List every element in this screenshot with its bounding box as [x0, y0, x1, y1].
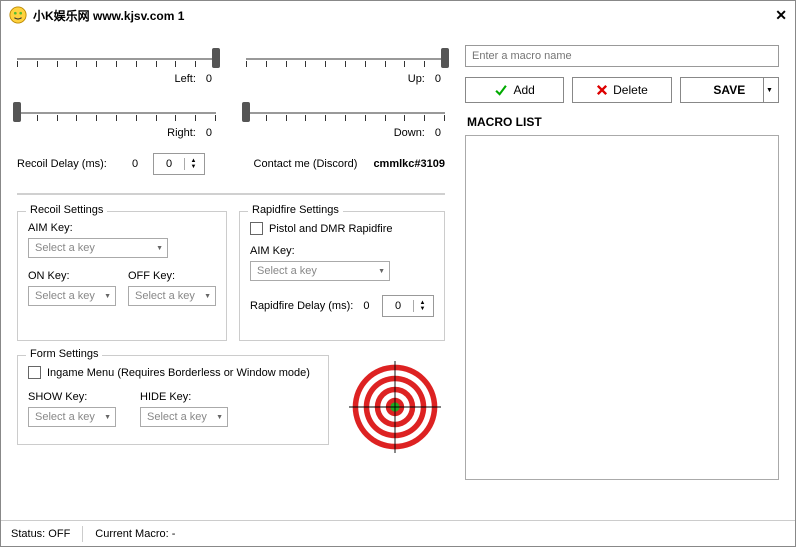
aim-key-label: AIM Key:	[28, 222, 216, 234]
on-key-label: ON Key:	[28, 270, 116, 282]
hide-key-select[interactable]: Select a key▼	[140, 407, 228, 427]
main-window: 小K娱乐网 www.kjsv.com 1 ✕ Left: 0	[0, 0, 796, 547]
hide-key-label: HIDE Key:	[140, 391, 240, 403]
spin-down-icon[interactable]: ▼	[185, 164, 202, 170]
on-key-select[interactable]: Select a key▼	[28, 286, 116, 306]
contact-value: cmmlkc#3109	[373, 158, 445, 170]
spin-down-icon[interactable]: ▼	[414, 306, 431, 312]
rapidfire-checkbox-label: Pistol and DMR Rapidfire	[269, 223, 393, 235]
rapidfire-settings-group: Rapidfire Settings Pistol and DMR Rapidf…	[239, 211, 445, 341]
slider-left[interactable]	[17, 45, 216, 71]
check-icon	[494, 83, 508, 97]
slider-down-label: Down:	[394, 127, 425, 139]
recoil-delay-spinner[interactable]: ▲▼	[153, 153, 205, 175]
status-bar: Status: OFF Current Macro: -	[1, 520, 795, 546]
ingame-menu-checkbox[interactable]: Ingame Menu (Requires Borderless or Wind…	[28, 366, 318, 379]
chevron-down-icon: ▼	[378, 268, 385, 275]
slider-up-label: Up:	[408, 73, 425, 85]
rapid-aim-select[interactable]: Select a key▼	[250, 261, 390, 281]
slider-left-value: 0	[206, 73, 212, 85]
add-button[interactable]: Add	[465, 77, 564, 103]
recoil-settings-group: Recoil Settings AIM Key: Select a key▼ O…	[17, 211, 227, 341]
right-column: Add Delete SAVE ▼ MACRO LIST	[465, 45, 779, 520]
recoil-delay-input[interactable]	[154, 154, 184, 174]
slider-right-label: Right:	[167, 127, 196, 139]
left-column: Left: 0 Up: 0	[17, 45, 445, 520]
contact-label: Contact me (Discord)	[254, 158, 358, 170]
rapid-delay-spinner[interactable]: ▲▼	[382, 295, 434, 317]
rapid-delay-input[interactable]	[383, 296, 413, 316]
show-key-select[interactable]: Select a key▼	[28, 407, 116, 427]
chevron-down-icon: ▼	[156, 245, 163, 252]
checkbox-icon	[28, 366, 41, 379]
current-macro-text: Current Macro: -	[95, 528, 175, 540]
window-title: 小K娱乐网 www.kjsv.com 1	[33, 7, 184, 24]
checkbox-icon	[250, 222, 263, 235]
save-button[interactable]: SAVE ▼	[680, 77, 779, 103]
chevron-down-icon: ▼	[204, 293, 211, 300]
recoil-legend: Recoil Settings	[26, 204, 107, 216]
delete-button[interactable]: Delete	[572, 77, 671, 103]
macro-list[interactable]	[465, 135, 779, 480]
slider-up[interactable]	[246, 45, 445, 71]
chevron-down-icon: ▼	[104, 414, 111, 421]
separator	[82, 526, 83, 542]
macro-list-header: MACRO LIST	[467, 115, 779, 129]
content: Left: 0 Up: 0	[1, 29, 795, 520]
macro-name-input[interactable]	[465, 45, 779, 67]
recoil-delay-value: 0	[127, 158, 143, 170]
slider-down-value: 0	[435, 127, 441, 139]
target-icon	[349, 361, 441, 453]
form-legend: Form Settings	[26, 348, 102, 360]
off-key-label: OFF Key:	[128, 270, 216, 282]
slider-down[interactable]	[246, 99, 445, 125]
slider-right-value: 0	[206, 127, 212, 139]
rapidfire-checkbox[interactable]: Pistol and DMR Rapidfire	[250, 222, 434, 235]
slider-up-value: 0	[435, 73, 441, 85]
rapid-aim-label: AIM Key:	[250, 245, 434, 257]
close-icon[interactable]: ✕	[775, 7, 787, 24]
ingame-menu-label: Ingame Menu (Requires Borderless or Wind…	[47, 367, 310, 379]
status-text: Status: OFF	[11, 528, 70, 540]
titlebar: 小K娱乐网 www.kjsv.com 1 ✕	[1, 1, 795, 29]
recoil-delay-label: Recoil Delay (ms):	[17, 158, 117, 170]
rapid-delay-value: 0	[363, 300, 369, 312]
app-icon	[9, 6, 27, 24]
slider-left-label: Left:	[174, 73, 195, 85]
aim-key-select[interactable]: Select a key▼	[28, 238, 168, 258]
show-key-label: SHOW Key:	[28, 391, 128, 403]
form-settings-group: Form Settings Ingame Menu (Requires Bord…	[17, 355, 329, 445]
chevron-down-icon[interactable]: ▼	[763, 78, 775, 102]
chevron-down-icon: ▼	[104, 293, 111, 300]
rapidfire-legend: Rapidfire Settings	[248, 204, 343, 216]
off-key-select[interactable]: Select a key▼	[128, 286, 216, 306]
chevron-down-icon: ▼	[216, 414, 223, 421]
x-icon	[596, 84, 608, 96]
slider-right[interactable]	[17, 99, 216, 125]
divider	[17, 193, 445, 195]
rapid-delay-label: Rapidfire Delay (ms):	[250, 300, 353, 312]
